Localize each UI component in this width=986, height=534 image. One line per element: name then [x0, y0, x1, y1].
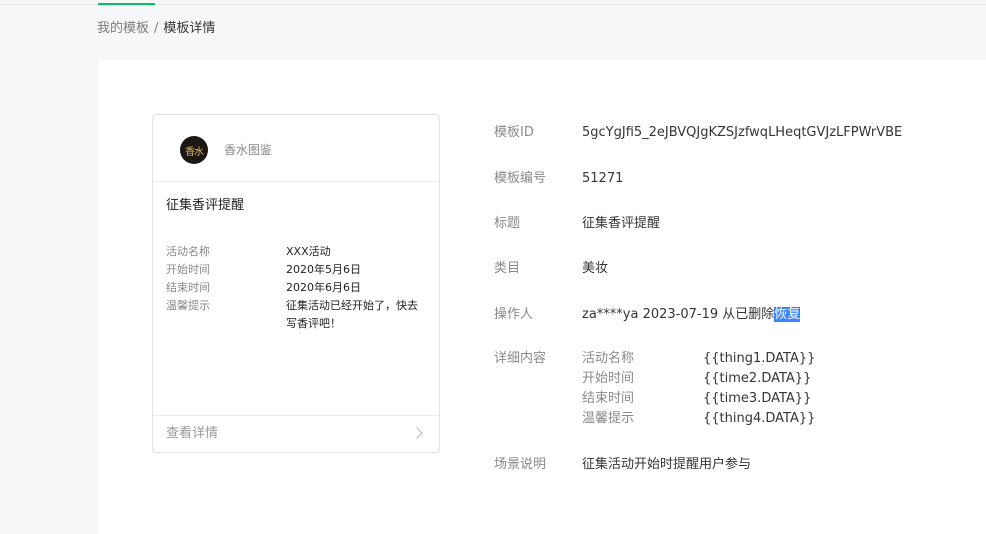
- preview-field-key: 开始时间: [166, 263, 210, 276]
- template-no-value: 51271: [582, 171, 624, 186]
- preview-field-key: 活动名称: [166, 245, 210, 258]
- preview-field-value: 征集活动已经开始了，快去写香评吧！: [286, 299, 418, 330]
- content-field-key: 结束时间: [582, 391, 635, 406]
- preview-field-value: 2020年5月6日: [286, 263, 361, 276]
- content-field-value: {{time3.DATA}}: [703, 391, 812, 406]
- preview-field-value: XXX活动: [286, 245, 331, 258]
- view-details-link[interactable]: 查看详情: [153, 415, 439, 452]
- top-nav-bar: [0, 0, 986, 5]
- title-value: 征集香评提醒: [582, 216, 661, 231]
- template-preview-card: 香水 香水图鉴 征集香评提醒 活动名称 XXX活动 开始时间 2020年5月6日…: [152, 114, 440, 453]
- detail-label: 模板编号: [494, 171, 547, 186]
- detail-row-scenario: 场景说明 征集活动开始时提醒用户参与: [494, 456, 751, 474]
- preview-field-key: 温馨提示: [166, 299, 210, 312]
- preview-field: 开始时间 2020年5月6日: [166, 261, 428, 279]
- detail-label: 操作人: [494, 307, 534, 322]
- detail-row-template-id: 模板ID 5gcYgJfi5_2eJBVQJgKZSJzfwqLHeqtGVJz…: [494, 124, 902, 142]
- content-field-key: 开始时间: [582, 371, 635, 386]
- content-field-value: {{time2.DATA}}: [703, 371, 812, 386]
- detail-row-template-no: 模板编号 51271: [494, 170, 623, 188]
- category-value: 美妆: [582, 261, 609, 276]
- preview-field: 活动名称 XXX活动: [166, 243, 428, 261]
- preview-field-key: 结束时间: [166, 281, 210, 294]
- content-field-list: 活动名称 {{thing1.DATA}} 开始时间 {{time2.DATA}}…: [582, 349, 815, 429]
- preview-field-list: 活动名称 XXX活动 开始时间 2020年5月6日 结束时间 2020年6月6日…: [166, 243, 428, 333]
- restore-link[interactable]: 恢复: [774, 307, 801, 322]
- detail-row-content: 详细内容 活动名称 {{thing1.DATA}} 开始时间 {{time2.D…: [494, 350, 815, 429]
- content-field-value: {{thing1.DATA}}: [703, 351, 816, 366]
- content-field-key: 温馨提示: [582, 411, 635, 426]
- preview-title: 征集香评提醒: [166, 198, 245, 213]
- content-field: 活动名称 {{thing1.DATA}}: [582, 349, 815, 369]
- detail-label: 场景说明: [494, 457, 547, 472]
- preview-field-value: 2020年6月6日: [286, 281, 361, 294]
- detail-label: 标题: [494, 216, 521, 231]
- preview-field: 温馨提示 征集活动已经开始了，快去写香评吧！: [166, 297, 428, 333]
- view-details-label: 查看详情: [166, 426, 219, 441]
- detail-row-category: 类目 美妆: [494, 260, 608, 278]
- detail-row-operator: 操作人 za****ya 2023-07-19 从已删除恢复: [494, 306, 801, 324]
- chevron-right-icon: [411, 427, 423, 439]
- brand-name: 香水图鉴: [224, 143, 273, 157]
- operator-text: za****ya 2023-07-19 从已删除: [582, 307, 775, 322]
- active-tab-indicator: [98, 3, 155, 5]
- template-id-value: 5gcYgJfi5_2eJBVQJgKZSJzfwqLHeqtGVJzLFPWr…: [582, 125, 903, 140]
- preview-card-header: 香水 香水图鉴: [153, 115, 439, 182]
- operator-value: za****ya 2023-07-19 从已删除恢复: [582, 306, 801, 324]
- detail-label: 模板ID: [494, 125, 534, 140]
- brand-avatar: 香水: [180, 136, 208, 164]
- breadcrumb-separator: /: [154, 21, 159, 36]
- breadcrumb-my-templates[interactable]: 我的模板: [97, 21, 149, 36]
- breadcrumb-current: 模板详情: [163, 21, 216, 36]
- detail-label: 类目: [494, 261, 521, 276]
- content-field: 温馨提示 {{thing4.DATA}}: [582, 409, 815, 429]
- detail-label: 详细内容: [494, 351, 547, 366]
- content-field-key: 活动名称: [582, 351, 635, 366]
- detail-row-title: 标题 征集香评提醒: [494, 215, 660, 233]
- content-field: 开始时间 {{time2.DATA}}: [582, 369, 815, 389]
- main-panel: 香水 香水图鉴 征集香评提醒 活动名称 XXX活动 开始时间 2020年5月6日…: [98, 60, 986, 534]
- preview-field: 结束时间 2020年6月6日: [166, 279, 428, 297]
- content-field: 结束时间 {{time3.DATA}}: [582, 389, 815, 409]
- scenario-value: 征集活动开始时提醒用户参与: [582, 457, 752, 472]
- breadcrumb: 我的模板 / 模板详情: [97, 20, 215, 38]
- content-field-value: {{thing4.DATA}}: [703, 411, 816, 426]
